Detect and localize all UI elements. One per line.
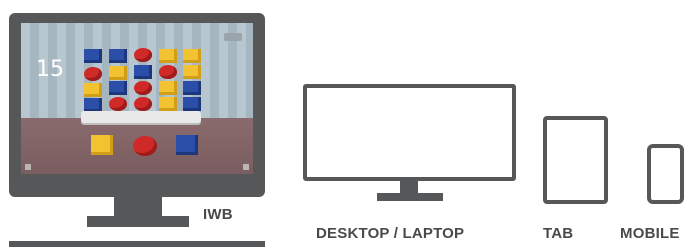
block-blue — [183, 97, 201, 111]
block-red — [84, 67, 102, 81]
desktop-base — [377, 193, 443, 201]
block-tray — [81, 111, 201, 123]
choice-yellow-cube — [91, 135, 113, 155]
block-yellow — [159, 81, 177, 95]
block-yellow — [159, 49, 177, 63]
mobile-phone-icon — [647, 144, 684, 204]
tablet-icon — [543, 116, 608, 204]
iwb-base — [87, 216, 189, 227]
game-back-icon — [25, 164, 31, 170]
iwb-label: IWB — [203, 206, 233, 223]
block-yellow — [183, 65, 201, 79]
iwb-floor-line — [9, 241, 265, 247]
mobile-label: MOBILE — [620, 225, 680, 242]
iwb-game-screen: 15 — [21, 23, 253, 174]
block-red — [109, 97, 127, 111]
block-blue — [84, 98, 102, 112]
block-red — [134, 81, 152, 95]
choice-blue-cube — [176, 135, 198, 155]
game-counter: 15 — [36, 57, 64, 82]
iwb-stand — [114, 197, 162, 216]
tab-label: TAB — [543, 225, 574, 242]
block-blue — [84, 49, 102, 63]
block-blue — [183, 81, 201, 95]
block-yellow — [109, 66, 127, 80]
game-forward-icon — [243, 164, 249, 170]
block-red — [134, 48, 152, 62]
block-yellow — [183, 49, 201, 63]
block-blue — [109, 49, 127, 63]
block-blue — [109, 81, 127, 95]
block-red — [159, 65, 177, 79]
block-red — [134, 97, 152, 111]
block-yellow — [84, 83, 102, 97]
desktop-monitor-icon — [303, 84, 516, 181]
choice-red-sphere — [133, 136, 157, 156]
block-yellow — [159, 97, 177, 111]
block-blue — [134, 65, 152, 79]
desktop-label: DESKTOP / LAPTOP — [316, 225, 465, 242]
game-menu-icon — [224, 33, 242, 41]
